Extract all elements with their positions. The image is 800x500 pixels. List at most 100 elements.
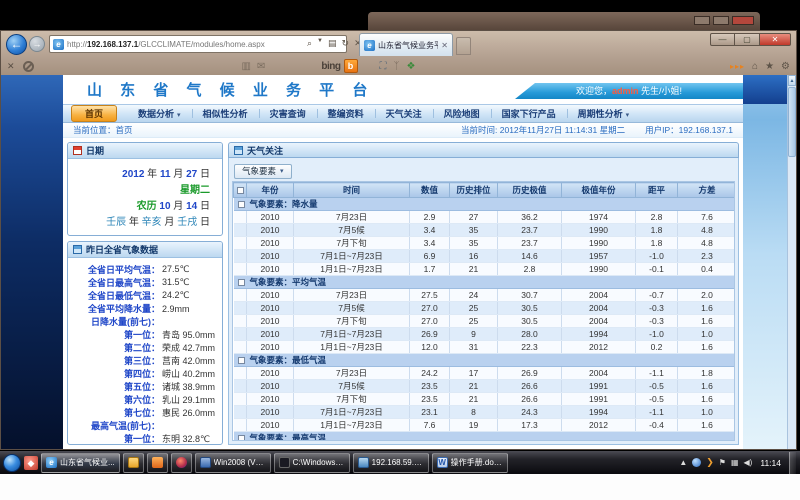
browser-tab[interactable]: e 山东省气候业务平... ✕ — [359, 33, 453, 56]
table-header-row: 年份时间数值历史排位历史极值极值年份距平方差 — [234, 183, 736, 198]
url-text[interactable]: http://192.168.137.1/GLCCLIMATE/modules/… — [67, 40, 265, 49]
pinned-app-icon[interactable]: ◆ — [24, 456, 38, 470]
group-checkbox[interactable] — [238, 279, 245, 286]
table-row[interactable]: 20101月1日~7月23日12.03122.320120.21.6 — [234, 341, 736, 354]
new-tab-button[interactable] — [456, 37, 471, 55]
tab-close-icon[interactable]: ✕ — [441, 41, 448, 50]
show-desktop-button[interactable] — [789, 452, 796, 474]
bing-search[interactable]: bing b — [321, 59, 357, 73]
group-checkbox[interactable] — [238, 357, 245, 364]
element-selector-button[interactable]: 气象要素 ▾ — [234, 164, 292, 179]
text-segment: 14 — [186, 201, 197, 212]
menu-item-label: 灾害查询 — [270, 109, 306, 119]
column-header-2[interactable]: 时间 — [294, 183, 410, 198]
taskbar-window-1[interactable]: Win2008 (VS2... — [195, 453, 271, 473]
forward-button[interactable]: → — [29, 36, 45, 52]
camera-icon[interactable]: ⛶ — [380, 61, 387, 72]
menu-item-7[interactable]: 风险地图 — [433, 107, 491, 120]
table-row[interactable]: 20107月1日~7月23日23.1824.31994-1.11.0 — [234, 406, 736, 419]
scroll-up-icon[interactable]: ▲ — [788, 75, 796, 86]
scrollbar-thumb[interactable] — [788, 87, 796, 157]
address-bar[interactable]: e http://192.168.137.1/GLCCLIMATE/module… — [49, 35, 347, 53]
table-row[interactable]: 20107月下旬3.43523.719901.84.8 — [234, 237, 736, 250]
taskbar-clock[interactable]: 11:14 — [760, 458, 781, 468]
bing-search-button[interactable]: b — [344, 59, 358, 73]
page-scrollbar[interactable]: ▲ — [787, 75, 796, 449]
start-button[interactable] — [3, 454, 21, 472]
stat-value: 东明 32.8℃ — [160, 432, 216, 445]
more-tools-icon[interactable]: ▸▸▸ — [730, 62, 745, 71]
table-row[interactable]: 20107月下旬27.02530.52004-0.31.6 — [234, 315, 736, 328]
group-checkbox[interactable] — [238, 201, 245, 208]
window-icon: W — [437, 457, 448, 468]
close-addon-icon[interactable]: ✕ — [7, 61, 15, 72]
refresh-icon[interactable]: ↻ — [342, 38, 350, 49]
column-header-6[interactable]: 极值年份 — [562, 183, 636, 198]
tray-sphere-icon[interactable] — [692, 458, 701, 467]
tab-title: 山东省气候业务平... — [378, 40, 438, 51]
menu-item-label: 天气关注 — [386, 109, 422, 119]
taskbar-window-ie[interactable]: e 山东省气候业... — [41, 453, 120, 473]
plugin-icon[interactable]: ❖ — [407, 61, 416, 72]
menu-item-5[interactable]: 整编资料 — [317, 107, 375, 120]
taskbar-folder-button[interactable] — [123, 453, 144, 473]
weather-table-body: 气象要素：降水量20107月23日2.92736.219742.87.62010… — [234, 198, 736, 442]
taskbar-window-3[interactable]: 192.168.59.99... — [353, 453, 429, 473]
column-header-7[interactable]: 距平 — [636, 183, 678, 198]
menu-item-label: 风险地图 — [444, 109, 480, 119]
table-row[interactable]: 20107月1日~7月23日6.91614.61957-1.02.3 — [234, 250, 736, 263]
close-button[interactable]: ✕ — [760, 33, 791, 46]
minimize-icon[interactable] — [694, 16, 710, 25]
home-icon[interactable]: ⌂ — [752, 61, 758, 72]
table-row[interactable]: 20107月下旬23.52126.61991-0.51.6 — [234, 393, 736, 406]
chevron-down-icon[interactable]: ▼ — [317, 38, 323, 49]
table-row[interactable]: 20107月1日~7月23日26.9928.01994-1.01.0 — [234, 328, 736, 341]
action-center-flag-icon[interactable]: ⚑ — [719, 458, 726, 467]
table-row[interactable]: 20107月5候27.02530.52004-0.31.6 — [234, 302, 736, 315]
table-row[interactable]: 20107月23日27.52430.72004-0.72.0 — [234, 289, 736, 302]
volume-icon[interactable]: ◀) — [744, 458, 753, 467]
minimize-button[interactable]: — — [710, 33, 735, 46]
table-row[interactable]: 20107月23日24.21726.92004-1.11.8 — [234, 367, 736, 380]
maximize-icon[interactable] — [713, 16, 729, 25]
tray-app-icon[interactable]: ❯ — [706, 457, 714, 468]
close-icon[interactable] — [732, 16, 754, 25]
favorites-star-icon[interactable]: ★ — [765, 61, 774, 72]
taskbar-app-button-2[interactable] — [171, 453, 192, 473]
menu-item-4[interactable]: 灾害查询 — [259, 107, 317, 120]
column-header-5[interactable]: 历史极值 — [498, 183, 562, 198]
cards-icon[interactable]: ▥ — [242, 61, 251, 72]
menu-item-6[interactable]: 天气关注 — [375, 107, 433, 120]
column-header-4[interactable]: 历史排位 — [450, 183, 498, 198]
hidden-icons-arrow[interactable]: ▲ — [679, 458, 687, 467]
column-header-1[interactable]: 年份 — [247, 183, 294, 198]
taskbar-window-4[interactable]: W操作手册.docx ... — [432, 453, 508, 473]
taskbar-window-2[interactable]: C:\Windows\s... — [274, 453, 350, 473]
column-header-8[interactable]: 方差 — [678, 183, 736, 198]
select-all-checkbox[interactable] — [237, 187, 244, 194]
table-row[interactable]: 20101月1日~7月23日7.61917.32012-0.41.6 — [234, 419, 736, 432]
back-button[interactable]: ← — [6, 34, 27, 55]
table-row[interactable]: 20107月5候23.52126.61991-0.51.6 — [234, 380, 736, 393]
search-icon[interactable]: ⌕ — [307, 38, 312, 49]
rank-line: 第三位：莒南 42.0mm — [70, 354, 216, 367]
settings-gear-icon[interactable]: ⚙ — [781, 61, 790, 72]
stat-value: 荣成 42.7mm — [160, 341, 216, 354]
column-header-3[interactable]: 数值 — [410, 183, 450, 198]
table-row[interactable]: 20101月1日~7月23日1.7212.81990-0.10.4 — [234, 263, 736, 276]
network-icon[interactable]: ▦ — [731, 458, 739, 467]
menu-item-2[interactable]: 数据分析▾ — [127, 107, 192, 120]
compat-icon[interactable]: ▤ — [328, 38, 337, 49]
mail-icon[interactable]: ✉ — [257, 61, 265, 72]
table-row[interactable]: 20107月5候3.43523.719901.84.8 — [234, 224, 736, 237]
menu-item-1[interactable]: 首页 — [71, 105, 117, 122]
table-row[interactable]: 20107月23日2.92736.219742.87.6 — [234, 211, 736, 224]
menu-item-9[interactable]: 周期性分析▾ — [567, 107, 641, 120]
menu-item-label: 周期性分析 — [578, 109, 623, 119]
menu-item-3[interactable]: 相似性分析 — [192, 107, 259, 120]
menu-item-8[interactable]: 国家下行产品 — [491, 107, 567, 120]
group-checkbox[interactable] — [238, 435, 245, 441]
taskbar-app-button-1[interactable] — [147, 453, 168, 473]
maximize-button[interactable]: ▢ — [735, 33, 760, 46]
broadcast-icon[interactable]: ᛉ — [394, 61, 400, 72]
